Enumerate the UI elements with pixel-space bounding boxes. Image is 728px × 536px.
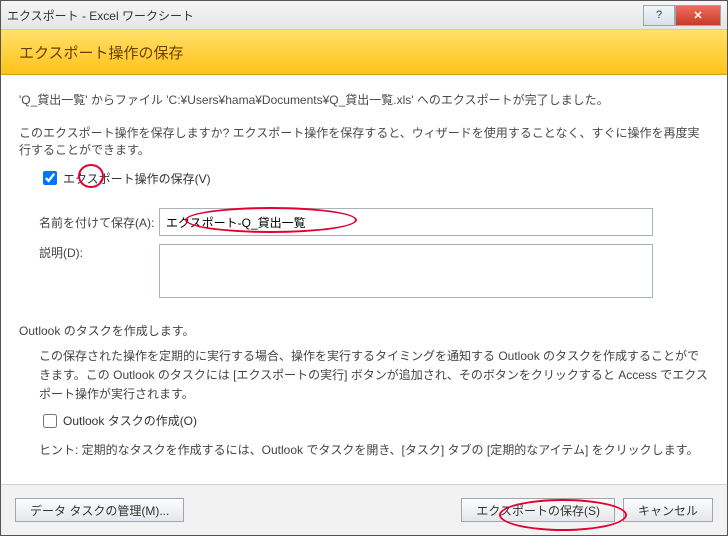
window-title: エクスポート - Excel ワークシート [7,7,643,24]
titlebar-buttons: ? ✕ [643,5,721,26]
outlook-heading: Outlook のタスクを作成します。 [19,322,709,339]
description-label: 説明(D): [39,244,159,261]
cancel-button[interactable]: キャンセル [623,498,713,522]
dialog-footer: データ タスクの管理(M)... エクスポートの保存(S) キャンセル [1,484,727,535]
hint-text: ヒント: 定期的なタスクを作成するには、Outlook でタスクを開き、[タスク… [39,441,709,458]
export-complete-message: 'Q_貸出一覧' からファイル 'C:¥Users¥hama¥Documents… [19,91,709,108]
save-question: このエクスポート操作を保存しますか? エクスポート操作を保存すると、ウィザードを… [19,124,709,158]
close-button[interactable]: ✕ [675,5,721,26]
description-input[interactable] [159,244,653,298]
save-export-label[interactable]: エクスポート操作の保存(V) [63,170,211,187]
name-label: 名前を付けて保存(A): [39,214,159,231]
save-export-checkbox[interactable] [43,171,57,185]
outlook-task-label[interactable]: Outlook タスクの作成(O) [63,412,197,429]
outlook-task-checkbox[interactable] [43,414,57,428]
help-button[interactable]: ? [643,5,675,26]
name-input[interactable] [159,208,653,236]
save-export-row: エクスポート操作の保存(V) [39,168,709,188]
outlook-task-row: Outlook タスクの作成(O) [39,411,709,431]
save-export-button[interactable]: エクスポートの保存(S) [461,498,615,522]
dialog-window: エクスポート - Excel ワークシート ? ✕ エクスポート操作の保存 'Q… [0,0,728,536]
dialog-header: エクスポート操作の保存 [1,30,727,75]
header-title: エクスポート操作の保存 [19,42,184,63]
dialog-body: 'Q_貸出一覧' からファイル 'C:¥Users¥hama¥Documents… [1,75,727,518]
titlebar: エクスポート - Excel ワークシート ? ✕ [1,1,727,30]
manage-data-tasks-button[interactable]: データ タスクの管理(M)... [15,498,184,522]
outlook-note: この保存された操作を定期的に実行する場合、操作を実行するタイミングを通知する O… [39,347,709,405]
